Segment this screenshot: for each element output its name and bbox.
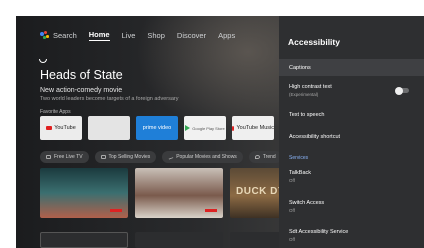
text-to-speech-label: Text to speech — [289, 112, 325, 118]
captions-item[interactable]: Captions — [279, 59, 424, 76]
nav-tab-shop[interactable]: Shop — [147, 31, 165, 40]
panel-title: Accessibility — [288, 37, 340, 47]
switch-access-item[interactable]: Switch Access Off — [279, 196, 424, 220]
sdt-service-status: Off — [289, 237, 295, 242]
google-assistant-icon — [40, 31, 50, 39]
talkback-label: TalkBack — [289, 170, 312, 176]
captions-label: Captions — [289, 65, 311, 71]
movie-icon — [100, 155, 106, 159]
talkback-item[interactable]: TalkBack Off — [279, 166, 424, 190]
content-card[interactable] — [40, 232, 128, 248]
app-tile-blank[interactable] — [88, 116, 130, 140]
chip-label: Popular Movies and Shows — [176, 154, 237, 160]
card-badge — [110, 209, 122, 212]
card-title-art: DUCK DY — [236, 186, 286, 197]
search-nav-item[interactable]: Search — [40, 31, 77, 40]
tv-icon — [46, 155, 51, 159]
nav-tab-discover[interactable]: Discover — [177, 31, 206, 40]
high-contrast-sublabel: (Experimental) — [289, 92, 319, 97]
text-to-speech-item[interactable]: Text to speech — [279, 108, 424, 124]
chip-top-selling-movies[interactable]: Top Selling Movies — [94, 151, 157, 163]
category-chips-row: Free Live TV Top Selling Movies Popular … — [40, 151, 288, 163]
chip-label: Top Selling Movies — [108, 154, 151, 160]
talkback-status: Off — [289, 178, 295, 183]
app-tile-play-store[interactable]: Google Play Store — [184, 116, 226, 140]
youtube-music-logo-icon — [232, 125, 235, 131]
nav-tab-apps[interactable]: Apps — [218, 31, 235, 40]
card-badge — [205, 209, 217, 212]
chip-label: Trend — [262, 154, 276, 160]
content-card[interactable] — [135, 232, 223, 248]
high-contrast-label: High contrast text — [289, 84, 332, 90]
nav-tab-live[interactable]: Live — [122, 31, 136, 40]
sdt-accessibility-service-item[interactable]: Sdt Accessibility Service Off — [279, 225, 424, 248]
chip-label: Free Live TV — [54, 154, 83, 160]
provider-logo-icon — [39, 59, 47, 63]
app-label-play-store: Google Play Store — [192, 125, 225, 131]
app-label-youtube: YouTube — [54, 125, 76, 131]
content-card[interactable] — [40, 168, 128, 218]
tv-screen: Search Home Live Shop Discover Apps Head… — [16, 16, 424, 248]
chip-trending[interactable]: Trend — [248, 151, 282, 163]
hero-title: Heads of State — [40, 68, 123, 82]
app-tile-prime-video[interactable]: prime video — [136, 116, 178, 140]
app-tile-youtube-music[interactable]: YouTube Music — [232, 116, 274, 140]
nav-search-label: Search — [53, 30, 77, 40]
toggle-knob — [395, 86, 403, 95]
app-label-prime-video: prime video — [142, 125, 172, 131]
sdt-service-label: Sdt Accessibility Service — [289, 229, 349, 235]
favorite-apps-label: Favorite Apps — [40, 109, 71, 115]
high-contrast-toggle[interactable] — [395, 86, 409, 95]
switch-access-label: Switch Access — [289, 200, 325, 206]
accessibility-shortcut-item[interactable]: Accessibility shortcut — [279, 130, 424, 146]
chip-popular-movies-shows[interactable]: Popular Movies and Shows — [162, 151, 243, 163]
hero-subtitle: New action-comedy movie — [40, 87, 123, 94]
hero-description: Two world leaders become targets of a fo… — [40, 96, 179, 102]
top-nav: Search Home Live Shop Discover Apps — [40, 28, 247, 42]
youtube-logo-icon — [46, 126, 53, 130]
content-card[interactable] — [135, 168, 223, 218]
chip-free-live-tv[interactable]: Free Live TV — [40, 151, 89, 163]
nav-tab-home[interactable]: Home — [88, 30, 110, 41]
trending-icon — [167, 154, 174, 160]
accessibility-panel: Accessibility Captions High contrast tex… — [279, 16, 424, 248]
flame-icon — [254, 155, 260, 159]
play-store-icon — [185, 125, 191, 131]
accessibility-shortcut-label: Accessibility shortcut — [289, 134, 341, 140]
switch-access-status: Off — [289, 208, 295, 213]
high-contrast-item[interactable]: High contrast text (Experimental) — [279, 80, 424, 104]
app-tile-youtube[interactable]: YouTube — [40, 116, 82, 140]
app-label-youtube-music: YouTube Music — [236, 125, 274, 131]
services-section-header: Services — [289, 155, 309, 161]
